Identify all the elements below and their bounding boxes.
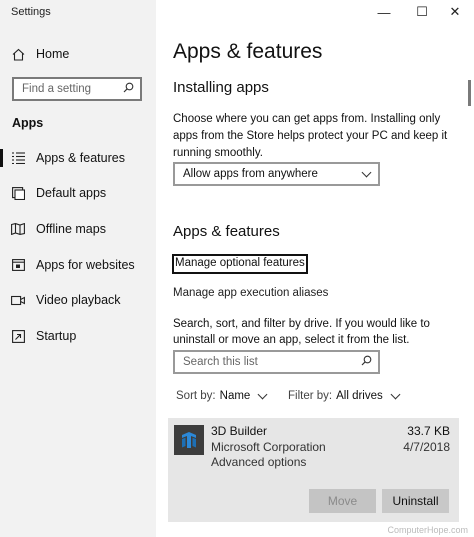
- filter-label: Filter by:: [288, 390, 333, 402]
- installing-apps-description: Choose where you can get apps from. Inst…: [173, 113, 448, 159]
- find-setting-search[interactable]: [12, 77, 142, 101]
- chevron-down-icon: [361, 167, 372, 178]
- home-icon: [11, 47, 25, 61]
- apps-features-heading: Apps & features: [173, 223, 280, 240]
- move-button[interactable]: Move: [309, 489, 376, 513]
- startup-icon: [11, 329, 25, 343]
- default-apps-icon: [11, 186, 25, 200]
- sidebar-item-video-playback[interactable]: Video playback: [0, 285, 156, 315]
- main-content: Apps & features Installing apps Choose w…: [156, 0, 474, 537]
- list-icon: [11, 151, 25, 165]
- sidebar-item-startup[interactable]: Startup: [0, 321, 156, 351]
- 3d-builder-icon: [174, 425, 204, 455]
- app-name: 3D Builder: [211, 424, 268, 438]
- sidebar-item-label: Apps for websites: [36, 258, 135, 272]
- sidebar-item-home[interactable]: Home: [0, 39, 156, 69]
- install-source-value: Allow apps from anywhere: [183, 168, 318, 180]
- uninstall-button[interactable]: Uninstall: [382, 489, 449, 513]
- sort-value: Name: [219, 390, 251, 402]
- app-list-search-input[interactable]: [183, 356, 353, 368]
- manage-optional-features-link[interactable]: Manage optional features: [172, 254, 308, 274]
- app-list-item[interactable]: 3D Builder Microsoft Corporation Advance…: [168, 418, 459, 522]
- sidebar-item-label: Home: [36, 47, 70, 61]
- filter-value: All drives: [336, 390, 383, 402]
- sort-dropdown[interactable]: Sort by: Name: [176, 389, 268, 402]
- install-source-dropdown[interactable]: Allow apps from anywhere: [173, 162, 380, 186]
- app-list-description: Search, sort, and filter by drive. If yo…: [173, 318, 430, 346]
- app-publisher: Microsoft Corporation: [211, 440, 326, 454]
- sort-label: Sort by:: [176, 390, 216, 402]
- websites-icon: [11, 258, 25, 272]
- installing-apps-heading: Installing apps: [173, 79, 269, 96]
- sidebar-item-label: Offline maps: [36, 222, 106, 236]
- map-icon: [11, 222, 25, 236]
- scrollbar-thumb[interactable]: [468, 80, 471, 106]
- window-title: Settings: [11, 6, 51, 18]
- chevron-down-icon: [257, 389, 268, 400]
- search-icon[interactable]: [123, 80, 134, 98]
- sidebar-item-default-apps[interactable]: Default apps: [0, 178, 156, 208]
- advanced-options-link[interactable]: Advanced options: [211, 455, 306, 469]
- sidebar-item-label: Startup: [36, 329, 77, 343]
- chevron-down-icon: [390, 389, 401, 400]
- app-install-date: 4/7/2018: [403, 440, 450, 454]
- video-icon: [11, 293, 25, 307]
- sidebar: Settings Home Apps Apps & features Defa: [0, 0, 156, 537]
- sidebar-item-label: Apps & features: [36, 151, 125, 165]
- app-size: 33.7 KB: [407, 424, 450, 438]
- find-setting-input[interactable]: [22, 83, 117, 95]
- search-icon[interactable]: [361, 353, 372, 371]
- watermark: ComputerHope.com: [387, 525, 468, 535]
- sidebar-item-label: Default apps: [36, 186, 107, 200]
- settings-window: Settings Home Apps Apps & features Defa: [0, 0, 474, 537]
- sidebar-item-apps-for-websites[interactable]: Apps for websites: [0, 250, 156, 280]
- sidebar-item-apps-features[interactable]: Apps & features: [0, 143, 156, 173]
- page-title: Apps & features: [173, 40, 323, 63]
- app-list-search[interactable]: [173, 350, 380, 374]
- manage-execution-aliases-link[interactable]: Manage app execution aliases: [173, 287, 328, 299]
- filter-dropdown[interactable]: Filter by: All drives: [288, 389, 401, 402]
- sidebar-item-label: Video playback: [36, 293, 121, 307]
- sidebar-section-apps: Apps: [12, 116, 44, 130]
- sidebar-item-offline-maps[interactable]: Offline maps: [0, 214, 156, 244]
